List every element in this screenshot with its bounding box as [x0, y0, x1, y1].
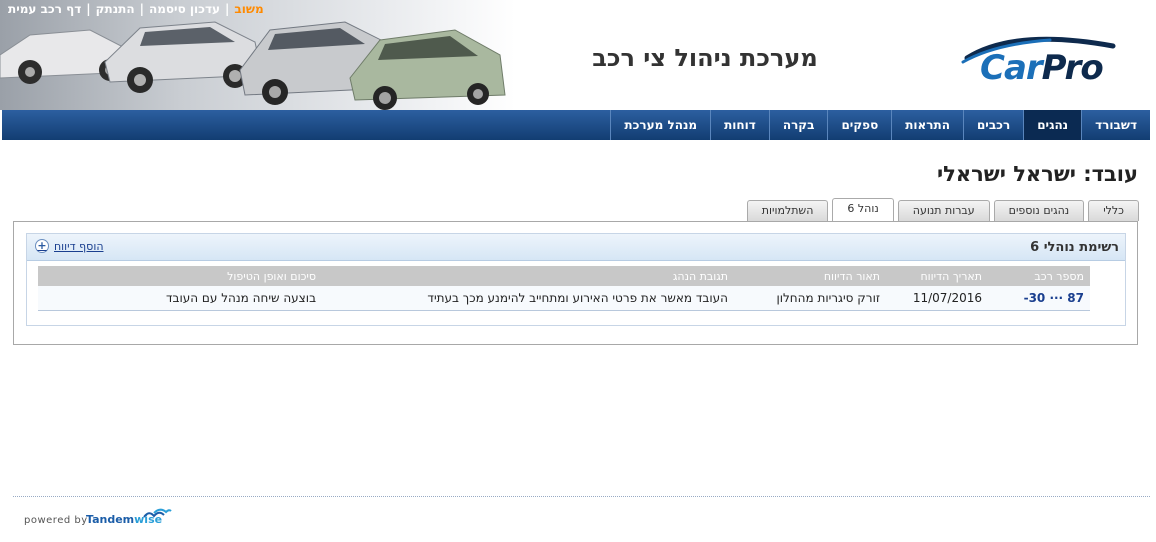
nav-dashboard[interactable]: דשבורד	[1081, 110, 1150, 140]
cell-car-number[interactable]: 87 ··· 30-	[988, 286, 1090, 311]
add-report-label: הוסף דיווח	[54, 239, 104, 253]
cell-report-description: זורק סיגריות מהחלון	[734, 286, 886, 311]
nav-alerts[interactable]: התראות	[891, 110, 963, 140]
column-header-driver-response[interactable]: תגובת הנהג	[322, 266, 734, 286]
table-header-row: מספר רכב תאריך הדיווח תאור הדיווח תגובת …	[38, 266, 1090, 286]
panel-title: רשימת נוהלי 6	[1030, 240, 1119, 255]
carpro-logo[interactable]: CarPro	[980, 48, 1104, 88]
nav-drivers[interactable]: נהגים	[1023, 110, 1082, 140]
brand-main-text: Tandem	[86, 513, 135, 526]
main-nav: דשבורד נהגים רכבים התראות ספקים בקרה דוח…	[2, 110, 1150, 140]
top-links: משוב | עדכון סיסמה | התנתק | דף רכב עמית	[6, 2, 266, 16]
nav-system-admin[interactable]: מנהל מערכת	[610, 110, 710, 140]
tab-additional-drivers[interactable]: נהגים נוספים	[993, 200, 1085, 221]
logout-link[interactable]: התנתק	[96, 2, 135, 16]
procedure-6-table: מספר רכב תאריך הדיווח תאור הדיווח תגובת …	[38, 266, 1090, 311]
header-cars-banner	[0, 0, 515, 110]
tab-general[interactable]: כללי	[1088, 200, 1139, 221]
tab-traffic-violations[interactable]: עברות תנועה	[897, 200, 990, 221]
powered-by-text: powered by	[24, 515, 88, 526]
nav-control[interactable]: בקרה	[768, 110, 828, 140]
tab-procedure-6[interactable]: נוהל 6	[832, 198, 894, 221]
tandemwise-birds-icon	[143, 508, 172, 518]
panel-header: רשימת נוהלי 6 הוסף דיווח +	[27, 234, 1125, 261]
colleague-car-link[interactable]: דף רכב עמית	[8, 2, 81, 16]
add-report-link[interactable]: הוסף דיווח +	[35, 239, 104, 253]
tab-trainings[interactable]: השתלמויות	[746, 200, 829, 221]
nav-vehicles[interactable]: רכבים	[962, 110, 1023, 140]
cell-summary: בוצעה שיחה מנהל עם העובד	[38, 286, 322, 311]
top-link-separator: |	[86, 2, 91, 16]
system-title: מערכת ניהול צי רכב	[592, 44, 818, 72]
top-link-separator: |	[225, 2, 230, 16]
logo-car-text: Car	[980, 48, 1043, 88]
top-link-separator: |	[139, 2, 144, 16]
employee-tabs: כללי נהגים נוספים עברות תנועה נוהל 6 השת…	[746, 198, 1139, 221]
footer-divider	[13, 496, 1150, 497]
feedback-link[interactable]: משוב	[234, 2, 263, 16]
nav-suppliers[interactable]: ספקים	[827, 110, 891, 140]
logo-pro-text: Pro	[1041, 48, 1104, 88]
update-password-link[interactable]: עדכון סיסמה	[149, 2, 220, 16]
plus-circle-icon: +	[35, 239, 49, 253]
nav-reports[interactable]: דוחות	[710, 110, 769, 140]
tab-content: רשימת נוהלי 6 הוסף דיווח + מספר רכב תארי…	[13, 221, 1138, 345]
page-title: עובד: ישראל ישראלי	[936, 162, 1138, 186]
cell-driver-response: העובד מאשר את פרטי האירוע ומתחייב להימנע…	[322, 286, 734, 311]
column-header-report-description[interactable]: תאור הדיווח	[734, 266, 886, 286]
column-header-report-date[interactable]: תאריך הדיווח	[886, 266, 988, 286]
header: משוב | עדכון סיסמה | התנתק | דף רכב עמית מערכת…	[0, 0, 1156, 110]
cell-report-date: 11/07/2016	[886, 286, 988, 311]
cars-illustration	[0, 21, 506, 110]
table-row[interactable]: 87 ··· 30- 11/07/2016 זורק סיגריות מהחלו…	[38, 286, 1090, 311]
column-header-summary[interactable]: סיכום ואופן הטיפול	[38, 266, 322, 286]
column-header-car-number[interactable]: מספר רכב	[988, 266, 1090, 286]
